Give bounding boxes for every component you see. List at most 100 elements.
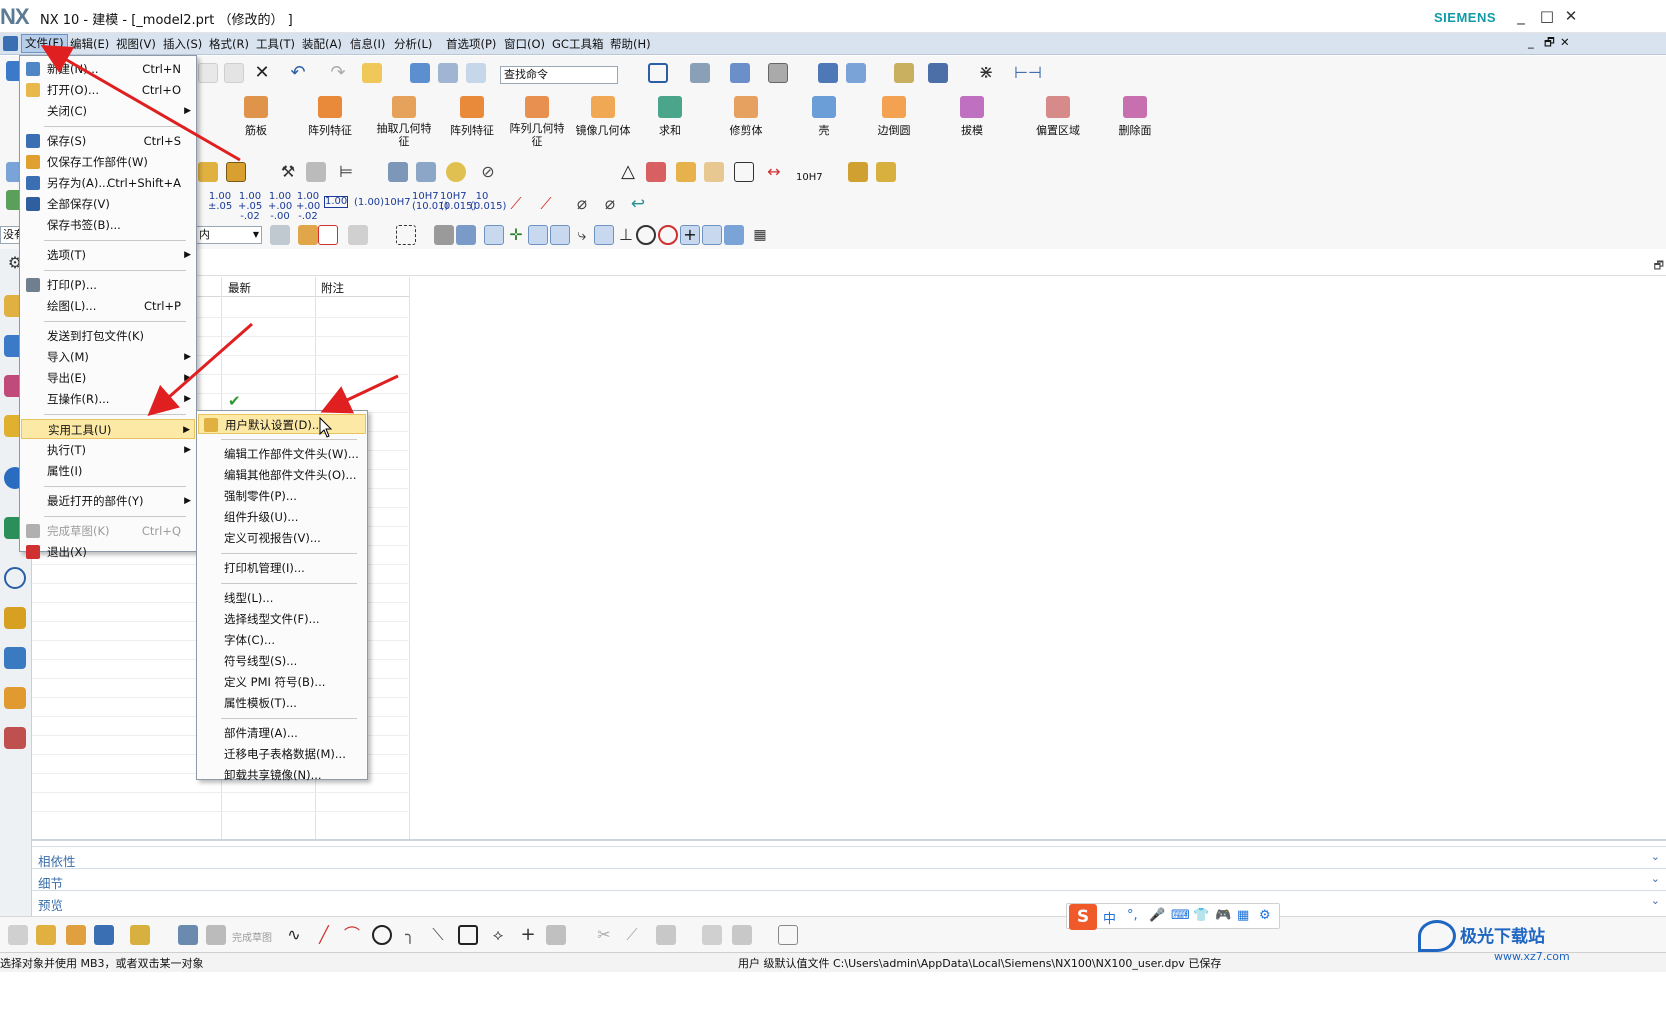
return-arrow-icon[interactable]: ↩ [628, 194, 648, 214]
offset-region-button[interactable]: 偏置区域 [1034, 96, 1082, 138]
sketch-edit-icon[interactable] [178, 925, 198, 945]
menu-preferences[interactable]: 首选项(P) [446, 36, 496, 52]
menu-item-互操作[interactable]: 互操作(R)... ▶ [21, 389, 195, 409]
column-latest[interactable]: 最新 [228, 280, 251, 296]
snap-line-2-icon[interactable] [550, 225, 570, 245]
menu-item-打印机管理[interactable]: 打印机管理(I)... [198, 558, 366, 578]
menu-format[interactable]: 格式(R) [209, 36, 249, 52]
extend-curve-icon[interactable]: ⟋ [622, 925, 642, 945]
filter-reset-icon[interactable] [270, 225, 290, 245]
sketch-settings-icon[interactable] [778, 925, 798, 945]
pattern-geometry-button[interactable]: 阵列几何特征 [508, 96, 566, 148]
menu-item-发送到打包文件[interactable]: 发送到打包文件(K) [21, 326, 195, 346]
menu-window[interactable]: 窗口(O) [504, 36, 545, 52]
point-icon[interactable]: + [518, 925, 538, 945]
pattern-feature-button[interactable]: 阵列特征 [302, 96, 358, 138]
menu-item-打印[interactable]: 打印(P)... [21, 275, 195, 295]
menu-item-编辑其他部件文件头[interactable]: 编辑其他部件文件头(O)... [198, 465, 366, 485]
ime-game-icon[interactable]: 🎮 [1215, 908, 1231, 923]
shaded-view-icon[interactable] [730, 63, 750, 83]
tol-btn-1[interactable]: 1.00 ±.05 [208, 192, 232, 212]
diameter-icon[interactable]: ⌀ [572, 194, 592, 214]
menu-gc-toolbox[interactable]: GC工具箱 [552, 36, 603, 52]
snap-midpoint-icon[interactable]: ✛ [506, 225, 526, 245]
circle-icon[interactable] [372, 925, 392, 945]
maximize-button[interactable]: □ [1536, 6, 1558, 26]
minimize-button[interactable]: _ [1510, 6, 1532, 26]
tol-btn-5[interactable]: 1.00 [324, 196, 348, 208]
show-hide-icon[interactable] [466, 63, 486, 83]
sogou-logo-icon[interactable]: S [1069, 904, 1097, 930]
menu-item-全部保存[interactable]: 全部保存(V) [21, 194, 195, 214]
pattern-feature-2-button[interactable]: 阵列特征 [444, 96, 500, 138]
note-box-icon[interactable] [734, 162, 754, 182]
triangle-icon[interactable]: △ [618, 162, 638, 182]
snap-intersection-icon[interactable]: + [680, 225, 700, 245]
menu-item-保存书签[interactable]: 保存书签(B)... [21, 215, 195, 235]
trim-curve-icon[interactable]: ✂ [594, 925, 614, 945]
menu-item-组件升级[interactable]: 组件升级(U)... [198, 507, 366, 527]
snap-endpoint-icon[interactable] [484, 225, 504, 245]
select-chain-icon[interactable] [348, 225, 368, 245]
thread-icon[interactable] [388, 162, 408, 182]
redo-icon[interactable]: ↷ [328, 63, 348, 83]
ime-skin-icon[interactable]: 👕 [1193, 908, 1209, 923]
visual-report-icon[interactable] [4, 607, 26, 629]
snap-perpendicular-icon[interactable]: ⊥ [616, 225, 636, 245]
tol-btn-7[interactable]: 10H7 [384, 198, 411, 208]
menu-analysis[interactable]: 分析(L) [394, 36, 432, 52]
menu-item-最近打开的部件[interactable]: 最近打开的部件(Y) ▶ [21, 491, 195, 511]
table-row[interactable] [32, 792, 410, 793]
snap-view-icon[interactable] [438, 63, 458, 83]
menu-item-执行[interactable]: 执行(T) ▶ [21, 440, 195, 460]
edge-blend-button[interactable]: 边倒圆 [872, 96, 916, 138]
menu-insert[interactable]: 插入(S) [163, 36, 202, 52]
menu-information[interactable]: 信息(I) [350, 36, 385, 52]
tol-btn-8[interactable]: 10H7 (10.01) [412, 192, 448, 212]
coin-icon[interactable] [446, 162, 466, 182]
menu-tools[interactable]: 工具(T) [256, 36, 295, 52]
custom-symbol-icon[interactable] [704, 162, 724, 182]
extract-geometry-button[interactable]: 抽取几何特征 [376, 96, 432, 148]
select-body-icon[interactable] [434, 225, 454, 245]
menu-edit[interactable]: 编辑(E) [70, 36, 109, 52]
paste-icon[interactable] [224, 63, 244, 83]
menu-item-导入[interactable]: 导入(M) ▶ [21, 347, 195, 367]
ime-keyboard-icon[interactable]: ⌨ [1171, 908, 1190, 923]
menu-item-卸载共享镜像[interactable]: 卸载共享镜像(N)... [198, 765, 366, 785]
menu-item-定义可视报告[interactable]: 定义可视报告(V)... [198, 528, 366, 548]
spring-icon[interactable] [416, 162, 436, 182]
rectangle-select-icon[interactable] [396, 225, 416, 245]
render-style-icon[interactable] [690, 63, 710, 83]
finish-sketch-label[interactable]: 完成草图 [232, 929, 272, 944]
menu-item-线型[interactable]: 线型(L)... [198, 588, 366, 608]
weld-symbol-icon[interactable] [306, 162, 326, 182]
gear-stack-3-icon[interactable] [130, 925, 150, 945]
system-scenes-icon[interactable] [4, 727, 26, 749]
table-note-icon[interactable] [646, 162, 666, 182]
dimension-arrow-icon[interactable]: ↔ [764, 162, 784, 182]
undo-icon[interactable]: ↶ [288, 63, 308, 83]
menu-help[interactable]: 帮助(H) [610, 36, 651, 52]
background-icon[interactable] [768, 63, 788, 83]
snap-quadrant-icon[interactable] [658, 225, 678, 245]
menu-item-属性[interactable]: 属性(I) [21, 461, 195, 481]
doc-close-button[interactable]: ✕ [1560, 35, 1570, 49]
rectangle-icon[interactable] [458, 925, 478, 945]
panel-splitter[interactable] [32, 839, 1666, 841]
snap-grid-icon[interactable]: ⋇ [976, 63, 996, 83]
menu-item-绘图[interactable]: 绘图(L)... Ctrl+P [21, 296, 195, 316]
mirror-geometry-button[interactable]: 镜像几何体 [574, 96, 632, 138]
menu-item-选项[interactable]: 选项(T) ▶ [21, 245, 195, 265]
snap-arc-icon[interactable]: ⤷ [572, 225, 592, 245]
snap-center-icon[interactable] [636, 225, 656, 245]
menu-item-符号线型[interactable]: 符号线型(S)... [198, 651, 366, 671]
component-move-icon[interactable] [66, 925, 86, 945]
component-add-icon[interactable] [36, 925, 56, 945]
work-layer-icon[interactable] [928, 63, 948, 83]
sketch-icon[interactable] [8, 925, 28, 945]
measure-distance-icon[interactable]: ⊢⊣ [1014, 63, 1042, 83]
offset-curve-icon[interactable] [546, 925, 566, 945]
pmi-box-icon[interactable] [198, 162, 218, 182]
shell-button[interactable]: 壳 [806, 96, 842, 138]
